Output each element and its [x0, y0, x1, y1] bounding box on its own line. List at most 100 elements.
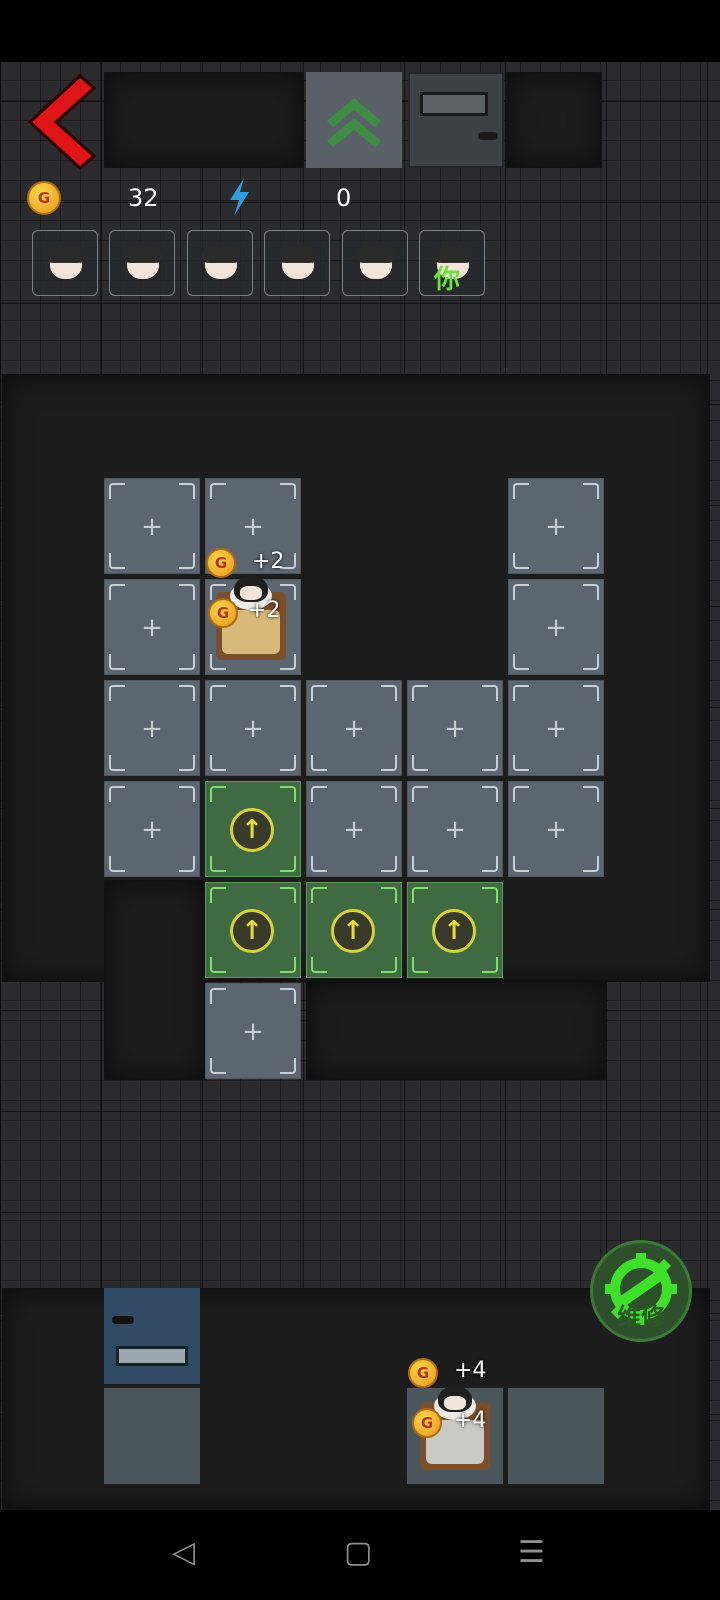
wall-area	[104, 72, 304, 168]
plus-icon: +	[545, 512, 567, 542]
gold-coin-icon: G	[412, 1408, 442, 1438]
girl-avatar-2[interactable]	[109, 230, 176, 296]
cell-corner	[381, 957, 397, 973]
girl-avatar-3[interactable]	[264, 230, 331, 296]
income-label: +4	[454, 1358, 487, 1383]
upgrade-arrow-icon[interactable]: ↑	[230, 909, 274, 953]
coin-letter: G	[216, 604, 230, 622]
nav-home-icon[interactable]: ▢	[344, 1535, 372, 1570]
door-window	[116, 1346, 188, 1366]
plus-icon: +	[242, 714, 264, 744]
cell-corner	[280, 856, 296, 872]
plus-icon: +	[545, 714, 567, 744]
girl-avatar-1[interactable]	[32, 230, 98, 296]
plus-icon: +	[545, 613, 567, 643]
wall-area	[306, 980, 606, 1080]
cell-corner	[210, 786, 226, 802]
upgrade-arrow-icon[interactable]: ↑	[432, 909, 476, 953]
cell-corner	[280, 786, 296, 802]
empty-build-cell[interactable]: +	[508, 579, 604, 675]
door-knob-icon	[478, 132, 498, 140]
plus-icon: +	[141, 714, 163, 744]
avatar-hair	[279, 243, 318, 263]
plus-icon: +	[141, 512, 163, 542]
empty-build-cell[interactable]: +	[306, 680, 402, 776]
empty-build-cell[interactable]: +	[508, 478, 604, 574]
upgrade-cell[interactable]: ↑	[407, 882, 503, 978]
empty-build-cell[interactable]: +	[205, 680, 301, 776]
wall-area	[506, 72, 602, 168]
empty-build-cell[interactable]: +	[104, 781, 200, 877]
avatar-hair	[201, 243, 240, 263]
dark-hair-avatar[interactable]	[341, 230, 408, 296]
gold-coin-icon: G	[206, 548, 236, 578]
plus-icon: +	[141, 815, 163, 845]
empty-build-cell[interactable]: +	[104, 680, 200, 776]
coin-letter: G	[37, 189, 51, 207]
empty-build-cell[interactable]: +	[407, 680, 503, 776]
door-knob-icon	[112, 1316, 134, 1324]
repair-button[interactable]: 维修	[590, 1240, 692, 1342]
avatar-hair	[47, 243, 85, 263]
income-label: +4	[454, 1408, 487, 1433]
boy-avatar[interactable]	[186, 230, 253, 296]
upgrade-cell[interactable]: ↑	[205, 882, 301, 978]
upgrade-floor-button[interactable]	[306, 72, 402, 168]
cell-corner	[412, 957, 428, 973]
plus-icon: +	[343, 714, 365, 744]
cell-corner	[311, 887, 327, 903]
nav-back-icon[interactable]: ◁	[172, 1535, 195, 1570]
game-stage: G 32 0 你 + + + + + + + + + + + ↑ + + + ↑ ↑ ↑ + G +2 G +2 G…	[0, 0, 720, 1510]
cell-corner	[280, 957, 296, 973]
upgrade-arrow-icon[interactable]: ↑	[230, 808, 274, 852]
cell-corner	[381, 887, 397, 903]
coin-letter: G	[214, 554, 228, 572]
empty-build-cell[interactable]: +	[508, 680, 604, 776]
system-nav-bar: ◁ ▢ ☰	[0, 1510, 720, 1600]
plus-icon: +	[242, 1017, 264, 1047]
cell-corner	[210, 957, 226, 973]
wall-area	[104, 880, 206, 1080]
status-bar	[0, 0, 720, 62]
plus-icon: +	[545, 815, 567, 845]
avatar-hair	[356, 243, 395, 263]
gold-coin-icon: G	[27, 181, 61, 215]
empty-build-cell[interactable]: +	[508, 781, 604, 877]
empty-build-cell[interactable]: +	[407, 781, 503, 877]
nav-menu-icon[interactable]: ☰	[518, 1535, 545, 1570]
empty-build-cell[interactable]	[104, 1388, 200, 1484]
plus-icon: +	[444, 815, 466, 845]
income-label: +2	[248, 598, 281, 623]
cell-corner	[210, 856, 226, 872]
empty-build-cell[interactable]: +	[205, 983, 301, 1079]
cell-corner	[482, 957, 498, 973]
double-chevron-up-icon	[327, 98, 381, 148]
back-button[interactable]	[22, 72, 102, 172]
lightning-icon	[230, 178, 249, 216]
door-window	[420, 92, 488, 116]
cell-corner	[311, 957, 327, 973]
cell-corner	[280, 887, 296, 903]
income-label: +2	[252, 549, 285, 574]
exit-door[interactable]	[408, 72, 504, 168]
plus-icon: +	[444, 714, 466, 744]
repair-label: 维修	[617, 1303, 665, 1331]
upgrade-arrow-icon[interactable]: ↑	[331, 909, 375, 953]
coin-letter: G	[420, 1414, 434, 1432]
upgrade-cell[interactable]: ↑	[205, 781, 301, 877]
you-tag: 你	[434, 265, 461, 295]
coin-letter: G	[416, 1364, 430, 1382]
plus-icon: +	[343, 815, 365, 845]
ghost-avatar[interactable]: 你	[419, 230, 485, 296]
energy-value: 0	[336, 184, 352, 212]
empty-build-cell[interactable]	[508, 1388, 604, 1484]
gold-coin-icon: G	[208, 598, 238, 628]
cell-corner	[210, 887, 226, 903]
gold-coin-icon: G	[408, 1358, 438, 1388]
empty-build-cell[interactable]: +	[104, 478, 200, 574]
upgrade-cell[interactable]: ↑	[306, 882, 402, 978]
empty-build-cell[interactable]: +	[104, 579, 200, 675]
empty-build-cell[interactable]: +	[306, 781, 402, 877]
gold-value: 32	[128, 184, 159, 212]
room-door[interactable]	[104, 1288, 200, 1384]
